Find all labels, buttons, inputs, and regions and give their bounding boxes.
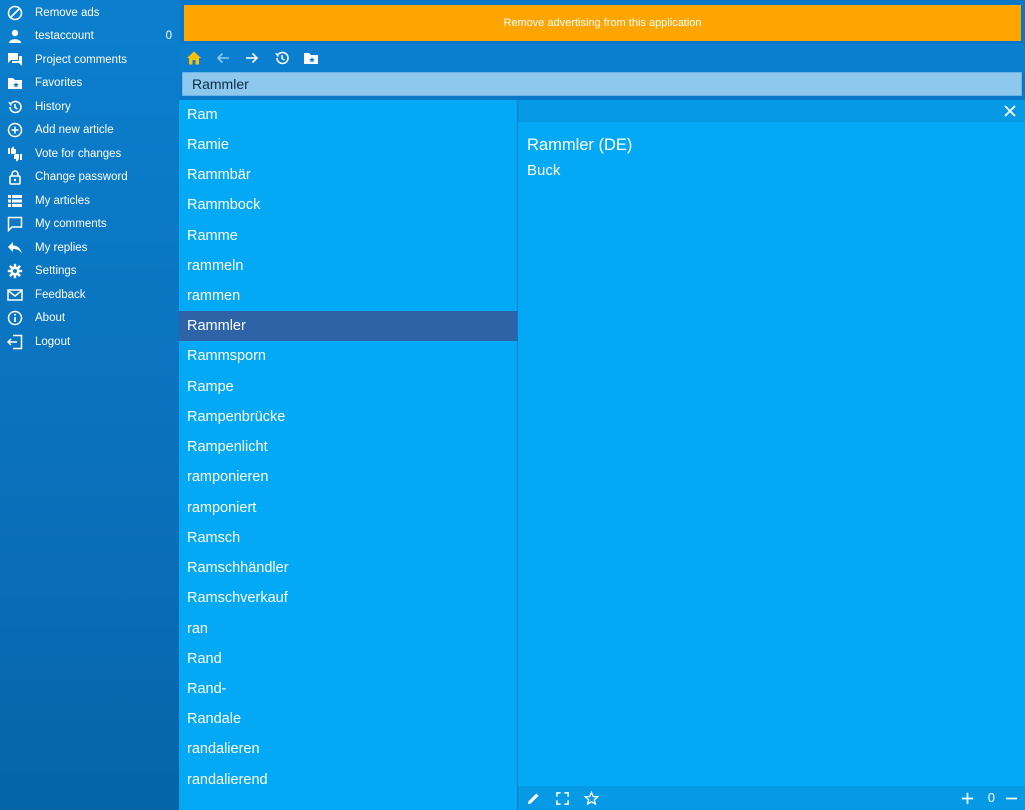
history-icon[interactable] <box>273 49 291 67</box>
sidebar-item-account[interactable]: testaccount 0 <box>0 24 180 47</box>
sidebar-item-label: History <box>35 100 71 113</box>
sidebar-item-label: testaccount <box>35 29 94 42</box>
sidebar-item-vote[interactable]: Vote for changes <box>0 142 180 165</box>
sidebar-item-label: Favorites <box>35 76 83 89</box>
ad-banner-text: Remove advertising from this application <box>503 17 702 29</box>
entry-title: Rammler (DE) <box>527 136 633 154</box>
list-item[interactable]: Ramschverkauf <box>179 583 517 613</box>
sidebar-item-project-comments[interactable]: Project comments <box>0 48 180 71</box>
logout-icon <box>7 334 23 350</box>
favorites-folder-icon[interactable] <box>302 49 320 67</box>
list-item[interactable]: Randale <box>179 704 517 734</box>
sidebar-item-label: Remove ads <box>35 6 100 19</box>
list-item[interactable]: Rammbär <box>179 160 517 190</box>
chat-icon <box>7 52 23 68</box>
zoom-out-icon[interactable] <box>1003 790 1019 806</box>
entry-translation: Buck <box>527 162 561 179</box>
lock-icon <box>7 169 23 185</box>
history-icon <box>7 99 23 115</box>
sidebar-item-label: Project comments <box>35 53 128 66</box>
zoom-level: 0 <box>987 790 995 805</box>
list-item[interactable]: Ramschhändler <box>179 553 517 583</box>
remove-ads-banner[interactable]: Remove advertising from this application <box>184 5 1021 41</box>
star-icon[interactable] <box>583 790 599 806</box>
sidebar-item-label: Feedback <box>35 288 86 301</box>
sidebar-item-label: My comments <box>35 217 107 230</box>
home-icon[interactable] <box>185 49 203 67</box>
detail-header <box>518 100 1025 122</box>
info-icon <box>7 310 23 326</box>
sidebar-item-my-comments[interactable]: My comments <box>0 212 180 235</box>
list-item[interactable]: randalieren <box>179 734 517 764</box>
vote-icon <box>7 146 23 162</box>
sidebar-item-my-replies[interactable]: My replies <box>0 236 180 259</box>
sidebar-item-label: Change password <box>35 170 128 183</box>
list-item[interactable]: Rand- <box>179 674 517 704</box>
forward-arrow-icon[interactable] <box>243 49 261 67</box>
sidebar-item-label: Settings <box>35 264 77 277</box>
sidebar-item-label: Vote for changes <box>35 147 122 160</box>
gear-icon <box>7 263 23 279</box>
search-input[interactable]: Rammler <box>182 72 1022 96</box>
entry-detail-pane: Rammler (DE) Buck 0 <box>518 100 1025 810</box>
list-item[interactable]: Rampenlicht <box>179 432 517 462</box>
sidebar-item-about[interactable]: About <box>0 306 180 329</box>
sidebar-item-my-articles[interactable]: My articles <box>0 189 180 212</box>
list-item[interactable]: rammen <box>179 281 517 311</box>
sidebar-item-feedback[interactable]: Feedback <box>0 283 180 306</box>
list-item[interactable]: ramponieren <box>179 462 517 492</box>
list-item[interactable]: Rampe <box>179 372 517 402</box>
list-item[interactable]: Ramie <box>179 130 517 160</box>
list-item[interactable]: Rampenbrücke <box>179 402 517 432</box>
sidebar: Remove ads testaccount 0 Project comment… <box>0 0 180 810</box>
list-icon <box>7 193 23 209</box>
list-item[interactable]: Ramsch <box>179 523 517 553</box>
sidebar-item-add-article[interactable]: Add new article <box>0 118 180 141</box>
favorites-folder-icon <box>7 75 23 91</box>
list-item[interactable]: ran <box>179 614 517 644</box>
sidebar-item-label: My articles <box>35 194 90 207</box>
sidebar-item-label: My replies <box>35 241 88 254</box>
sidebar-item-logout[interactable]: Logout <box>0 330 180 353</box>
reply-icon <box>7 240 23 256</box>
add-circle-icon <box>7 122 23 138</box>
close-icon[interactable] <box>1003 104 1017 118</box>
comment-icon <box>7 216 23 232</box>
list-item[interactable]: Rammbock <box>179 190 517 220</box>
sidebar-item-label: Logout <box>35 335 71 348</box>
navigation-toolbar <box>180 44 1025 72</box>
word-list: Ram Ramie Rammbär Rammbock Ramme rammeln… <box>179 100 517 810</box>
back-arrow-icon[interactable] <box>214 49 232 67</box>
mail-icon <box>7 287 23 303</box>
list-item[interactable]: randalierend <box>179 765 517 795</box>
block-icon <box>7 5 23 21</box>
detail-footer: 0 <box>518 786 1025 810</box>
user-icon <box>7 28 23 44</box>
sidebar-item-change-password[interactable]: Change password <box>0 165 180 188</box>
edit-pencil-icon[interactable] <box>525 790 541 806</box>
search-input-value: Rammler <box>192 76 249 92</box>
account-count: 0 <box>165 29 172 42</box>
zoom-in-icon[interactable] <box>959 790 975 806</box>
list-item[interactable]: rammeln <box>179 251 517 281</box>
fullscreen-icon[interactable] <box>554 790 570 806</box>
sidebar-item-settings[interactable]: Settings <box>0 259 180 282</box>
sidebar-item-history[interactable]: History <box>0 95 180 118</box>
list-item[interactable]: Ram <box>179 100 517 130</box>
sidebar-item-label: About <box>35 311 66 324</box>
sidebar-item-remove-ads[interactable]: Remove ads <box>0 1 180 24</box>
list-item[interactable]: Rand <box>179 644 517 674</box>
sidebar-item-favorites[interactable]: Favorites <box>0 71 180 94</box>
list-item-selected[interactable]: Rammler <box>179 311 517 341</box>
sidebar-item-label: Add new article <box>35 123 114 136</box>
list-item[interactable]: ramponiert <box>179 493 517 523</box>
list-item[interactable]: Ramme <box>179 221 517 251</box>
list-item[interactable]: Rammsporn <box>179 341 517 371</box>
